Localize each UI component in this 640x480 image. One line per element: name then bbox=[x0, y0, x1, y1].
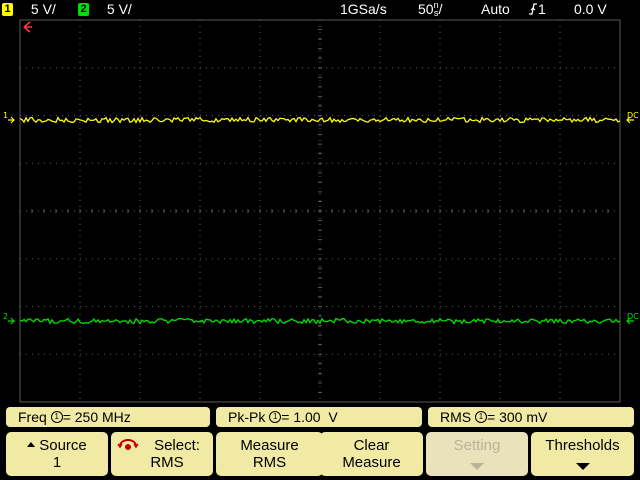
grid bbox=[19, 19, 621, 403]
clear-measure-softkey[interactable]: Clear Measure bbox=[320, 432, 423, 476]
select-softkey[interactable]: Select: RMS bbox=[111, 432, 213, 476]
thresholds-softkey[interactable]: Thresholds bbox=[531, 432, 634, 476]
source-softkey[interactable]: Source 1 bbox=[6, 432, 108, 476]
trigger-mode: Auto bbox=[481, 1, 510, 17]
measurement-value: 250 MHz bbox=[74, 409, 131, 425]
ch2-scale-indicator: 2 5 V/ bbox=[78, 0, 132, 18]
trigger-source: 1 bbox=[528, 0, 546, 18]
measurement-freq: Freq 1 = 250 MHz bbox=[6, 407, 210, 427]
softkey-bar: Source 1 Select: RMS Measure RMS Clear M… bbox=[0, 430, 640, 480]
trigger-position-marker bbox=[23, 21, 32, 33]
ch1-scale-indicator: 1 5 V/ bbox=[2, 0, 56, 18]
ch1-badge: 1 bbox=[2, 2, 13, 16]
ch2-coupling-marker: DC bbox=[626, 312, 639, 325]
source-circle-icon: 1 bbox=[475, 411, 488, 424]
measurement-eq: = bbox=[281, 409, 290, 425]
rising-edge-icon bbox=[529, 3, 537, 15]
setting-softkey[interactable]: Setting bbox=[426, 432, 528, 476]
softkey-label: Measure bbox=[240, 437, 299, 454]
softkey-value: RMS bbox=[252, 454, 287, 471]
measurement-label: Pk-Pk bbox=[228, 409, 266, 425]
ch2-badge: 2 bbox=[78, 2, 89, 16]
measurement-value: 300 mV bbox=[499, 409, 548, 425]
ch1-ground-marker: 1 bbox=[3, 111, 15, 124]
ch1-coupling-marker: DC bbox=[626, 111, 639, 124]
trigger-level: 0.0 V bbox=[574, 1, 607, 17]
arrow-up-icon bbox=[27, 442, 36, 448]
softkey-label: Source bbox=[39, 437, 87, 454]
entry-knob-icon bbox=[117, 437, 139, 457]
softkey-label: Thresholds bbox=[545, 437, 620, 454]
graticule: 1 2 DC DC bbox=[3, 19, 639, 403]
ch1-scale: 5 V/ bbox=[30, 1, 56, 17]
ch1-marker-label: 1 bbox=[3, 111, 8, 120]
measurement-label: RMS bbox=[440, 409, 472, 425]
measurement-eq: = bbox=[62, 409, 71, 425]
measurement-bar: Freq 1 = 250 MHz Pk-Pk 1 = 1.00 V RMS 1 = 3… bbox=[0, 404, 640, 430]
timebase-value: 50 bbox=[418, 1, 434, 17]
softkey-value: 1 bbox=[52, 454, 62, 471]
measurement-rms: RMS 1 = 300 mV bbox=[428, 407, 634, 427]
ch2-ground-marker: 2 bbox=[3, 312, 15, 325]
sample-rate: 1GSa/s bbox=[340, 1, 387, 17]
source-circle-icon: 1 bbox=[269, 411, 282, 424]
ch1-trace bbox=[19, 116, 621, 124]
trigger-source-number: 1 bbox=[538, 1, 546, 17]
submenu-arrow-icon bbox=[575, 463, 590, 470]
softkey-value: Measure bbox=[342, 454, 401, 471]
source-circle-icon: 1 bbox=[50, 411, 63, 424]
measurement-eq: = bbox=[487, 409, 496, 425]
measurement-pkpk: Pk-Pk 1 = 1.00 V bbox=[216, 407, 422, 427]
measure-rms-softkey[interactable]: Measure RMS bbox=[216, 432, 323, 476]
submenu-arrow-icon bbox=[470, 463, 484, 470]
measurement-value: 1.00 V bbox=[293, 409, 338, 425]
ch2-scale: 5 V/ bbox=[106, 1, 132, 17]
measurement-label: Freq bbox=[18, 409, 47, 425]
softkey-label: Clear bbox=[353, 437, 390, 454]
ch2-marker-label: 2 bbox=[3, 312, 8, 321]
waveform-display[interactable]: 1 2 DC DC bbox=[0, 18, 640, 404]
softkey-label: Setting bbox=[453, 437, 501, 454]
timebase: 50 n s / bbox=[418, 0, 443, 18]
status-bar: 1 5 V/ 2 5 V/ 1GSa/s 50 n s / Auto 1 0.0 … bbox=[0, 0, 640, 18]
